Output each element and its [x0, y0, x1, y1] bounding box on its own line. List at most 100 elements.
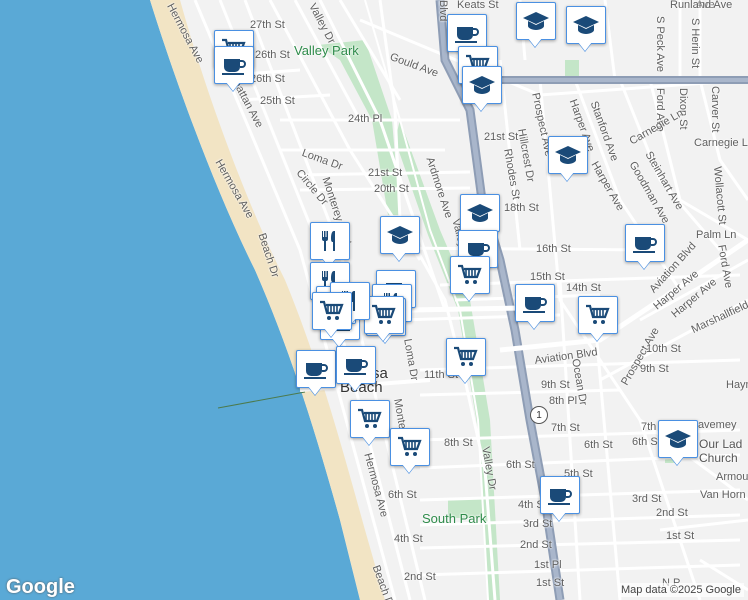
marker-box[interactable] [658, 420, 698, 458]
cart-icon [358, 408, 382, 428]
coffee-marker[interactable] [296, 350, 336, 396]
marker-pointer [527, 320, 541, 329]
cart-marker[interactable] [446, 338, 486, 384]
map[interactable]: Hermosa Ave 27th St 26th St 26th St 25th… [0, 0, 748, 600]
street-label: 2nd St [520, 539, 552, 551]
coffee-icon [523, 297, 547, 313]
street-label: 24th Pl [348, 113, 383, 125]
street-label: Palm Ln [696, 229, 737, 241]
marker-pointer [670, 456, 684, 465]
marker-pointer [324, 328, 338, 337]
school-marker[interactable] [462, 66, 502, 112]
marker-box[interactable] [336, 346, 376, 384]
marker-pointer [392, 252, 406, 261]
attribution[interactable]: Map data ©2025 Google [617, 583, 744, 597]
street-label: Van Horn [700, 489, 746, 501]
cart-icon [398, 436, 422, 456]
street-label: 9th St [541, 379, 570, 391]
street-label: 9th St [640, 363, 669, 375]
marker-box[interactable] [390, 428, 430, 466]
marker-box[interactable] [462, 66, 502, 104]
restaurant-icon [322, 231, 335, 251]
marker-pointer [402, 464, 416, 473]
cart-marker[interactable] [364, 296, 404, 342]
marker-box[interactable] [350, 400, 390, 438]
street-label: 27th St [250, 19, 285, 31]
street-label: Runland Ave [670, 0, 733, 11]
street-label: 7th St [551, 422, 580, 434]
street-label: 1st Pl [534, 559, 562, 571]
park-label: Valley Park [294, 43, 359, 58]
marker-box[interactable] [450, 256, 490, 294]
street-label: 26th St [250, 73, 285, 85]
street-label: 10th St [646, 343, 681, 355]
marker-box[interactable] [296, 350, 336, 388]
marker-pointer [348, 382, 362, 391]
school-marker[interactable] [566, 6, 606, 52]
street-label: 20th St [374, 183, 409, 195]
marker-box[interactable] [566, 6, 606, 44]
school-marker[interactable] [380, 216, 420, 262]
marker-pointer [458, 374, 472, 383]
coffee-icon [222, 59, 246, 75]
street-label: 18th St [504, 202, 539, 214]
highway-shield: 1 [530, 406, 548, 424]
street-label: 3rd St [632, 493, 662, 505]
marker-pointer [308, 386, 322, 395]
marker-box[interactable] [312, 292, 352, 330]
cart-marker[interactable] [350, 400, 390, 446]
coffee-icon [344, 359, 368, 375]
street-label: Hayn [726, 379, 748, 391]
marker-pointer [528, 38, 542, 47]
marker-box[interactable] [446, 338, 486, 376]
street-label: 6th St [506, 459, 535, 471]
coffee-marker[interactable] [214, 46, 254, 92]
coffee-marker[interactable] [336, 346, 376, 392]
street-label: 1st St [536, 577, 565, 589]
street-label: Carnegie Ln [694, 137, 748, 149]
marker-pointer [362, 436, 376, 445]
coffee-icon [304, 363, 328, 379]
marker-pointer [552, 512, 566, 521]
cart-icon [372, 304, 396, 324]
school-icon [469, 76, 495, 94]
coffee-marker[interactable] [540, 476, 580, 522]
street-label: 8th St [444, 437, 473, 449]
coffee-marker[interactable] [515, 284, 555, 330]
google-logo: Google [6, 576, 75, 598]
street-label: Keats St [457, 0, 499, 11]
street-label: 2nd St [656, 507, 688, 519]
marker-box[interactable] [540, 476, 580, 514]
street-label: 16th St [536, 243, 571, 255]
cart-marker[interactable] [390, 428, 430, 474]
school-icon [467, 204, 493, 222]
street-label: 2nd St [404, 571, 436, 583]
marker-box[interactable] [460, 194, 500, 232]
coffee-marker[interactable] [625, 224, 665, 270]
street-label: 26th St [255, 49, 290, 61]
marker-pointer [590, 332, 604, 341]
marker-box[interactable] [364, 296, 404, 334]
school-marker[interactable] [548, 136, 588, 182]
marker-pointer [474, 102, 488, 111]
marker-box[interactable] [214, 46, 254, 84]
street-label: 4th St [394, 533, 423, 545]
school-marker[interactable] [516, 2, 556, 48]
cart-marker[interactable] [578, 296, 618, 342]
cart-marker[interactable] [450, 256, 490, 302]
street-label: 25th St [260, 95, 295, 107]
marker-box[interactable] [548, 136, 588, 174]
cart-marker[interactable] [312, 292, 352, 338]
marker-box[interactable] [625, 224, 665, 262]
school-marker[interactable] [658, 420, 698, 466]
marker-box[interactable] [310, 222, 350, 260]
street-label: S Herin St [689, 18, 701, 69]
marker-pointer [376, 332, 390, 341]
marker-box[interactable] [578, 296, 618, 334]
marker-box[interactable] [515, 284, 555, 322]
cart-icon [320, 300, 344, 320]
coffee-icon [548, 489, 572, 505]
coffee-icon [633, 237, 657, 253]
marker-box[interactable] [516, 2, 556, 40]
marker-box[interactable] [380, 216, 420, 254]
